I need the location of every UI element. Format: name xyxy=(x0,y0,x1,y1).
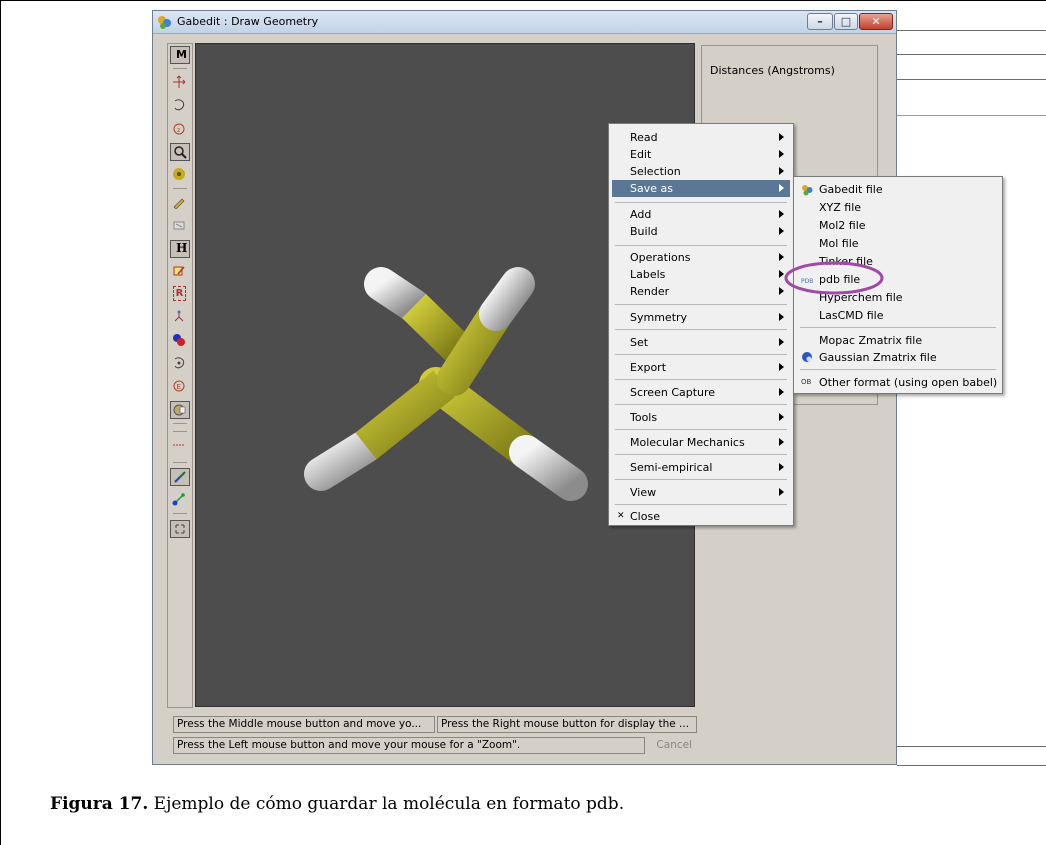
menu-item-add[interactable]: Add xyxy=(612,206,790,223)
bond-lower-left xyxy=(304,370,455,491)
window-titlebar[interactable]: Gabedit : Draw Geometry – □ ✕ xyxy=(153,11,896,34)
atom-ball-icon xyxy=(173,334,185,346)
delete-button[interactable] xyxy=(170,217,190,235)
submenu-gaussian-zmatrix-file[interactable]: Gaussian Zmatrix file xyxy=(797,349,999,366)
edit-atom-button[interactable]: E xyxy=(170,378,190,396)
submenu-mol-file[interactable]: Mol file xyxy=(797,235,999,252)
submenu-mopac-zmatrix-file[interactable]: Mopac Zmatrix file xyxy=(797,332,999,349)
cancel-button[interactable]: Cancel xyxy=(646,737,696,754)
bond-arrow-button[interactable] xyxy=(170,437,190,455)
ball-stick-button[interactable] xyxy=(170,491,190,509)
menu-item-view[interactable]: View xyxy=(612,484,790,501)
context-menu: Read Edit Selection Save as Add Build Op… xyxy=(608,123,794,526)
edit-object-button[interactable] xyxy=(170,263,190,281)
distances-header: Distances (Angstroms) xyxy=(710,64,835,77)
rotate-icon xyxy=(174,99,185,111)
fullscreen-icon xyxy=(175,524,185,534)
render-box-icon: R xyxy=(173,286,186,301)
menu-item-selection[interactable]: Selection xyxy=(612,163,790,180)
svg-text:z: z xyxy=(177,127,180,134)
openbabel-icon: OB xyxy=(801,378,812,386)
menu-item-export[interactable]: Export xyxy=(612,359,790,376)
bond-arrow-icon xyxy=(173,444,185,446)
submenu-gabedit-file[interactable]: Gabedit file xyxy=(797,181,999,198)
menu-item-labels[interactable]: Labels xyxy=(612,266,790,283)
figure-text: Ejemplo de cómo guardar la molécula en f… xyxy=(148,794,625,814)
menu-item-operations[interactable]: Operations xyxy=(612,249,790,266)
rotate-z-icon: z xyxy=(173,123,185,135)
measure-mode-icon: M xyxy=(176,48,187,61)
figure-label: Figura 17. xyxy=(50,794,149,814)
menu-item-set[interactable]: Set xyxy=(612,334,790,351)
status-middle-button: Press the Middle mouse button and move y… xyxy=(173,716,435,733)
scale-ball-button[interactable] xyxy=(170,166,190,184)
add-hydrogen-button[interactable]: H xyxy=(170,240,190,258)
submenu-mol2-file[interactable]: Mol2 file xyxy=(797,217,999,234)
menu-item-read[interactable]: Read xyxy=(612,129,790,146)
atom-ball-button[interactable] xyxy=(170,332,190,350)
submenu-lascmd-file[interactable]: LasCMD file xyxy=(797,307,999,324)
window-title: Gabedit : Draw Geometry xyxy=(177,15,319,28)
insert-fragment-icon xyxy=(173,404,186,416)
gabedit-icon xyxy=(802,185,813,196)
gaussian-icon xyxy=(802,352,812,362)
rotate-fragment-button[interactable] xyxy=(170,355,190,373)
fullscreen-button[interactable] xyxy=(170,520,190,538)
draw-button[interactable] xyxy=(170,194,190,212)
submenu-xyz-file[interactable]: XYZ file xyxy=(797,199,999,216)
gabedit-app-icon xyxy=(158,16,171,29)
rotate-z-button[interactable]: z xyxy=(170,120,190,138)
minimize-button[interactable]: – xyxy=(807,13,833,30)
figure-caption: Figura 17. Ejemplo de cómo guardar la mo… xyxy=(50,794,624,814)
annotation-circle xyxy=(784,261,884,295)
menu-item-semi-empirical[interactable]: Semi-empirical xyxy=(612,459,790,476)
delete-icon xyxy=(173,221,185,230)
fragment-icon xyxy=(174,310,184,322)
rotate-fragment-icon xyxy=(174,357,185,369)
maximize-button[interactable]: □ xyxy=(834,13,858,30)
insert-fragment-button[interactable] xyxy=(170,401,190,419)
fragment-button[interactable] xyxy=(170,309,190,327)
status-left-button: Press the Left mouse button and move you… xyxy=(173,737,645,754)
menu-item-build[interactable]: Build xyxy=(612,223,790,240)
stick-bond-icon xyxy=(174,471,186,483)
translate-button[interactable] xyxy=(170,74,190,92)
ball-stick-icon xyxy=(172,493,185,506)
submenu-other-format[interactable]: OB Other format (using open babel) xyxy=(797,374,999,391)
render-box-button[interactable]: R xyxy=(170,286,190,304)
stick-bond-button[interactable] xyxy=(170,468,190,486)
close-window-button[interactable]: ✕ xyxy=(859,13,893,30)
bond-lower-right xyxy=(419,367,588,501)
geometry-toolbar: M z H R E xyxy=(167,43,193,708)
scale-ball-icon xyxy=(173,168,185,180)
draw-pencil-icon xyxy=(173,198,185,209)
menu-item-molecular-mechanics[interactable]: Molecular Mechanics xyxy=(612,434,790,451)
status-right-button: Press the Right mouse button for display… xyxy=(437,716,697,733)
menu-item-tools[interactable]: Tools xyxy=(612,409,790,426)
edit-atom-icon: E xyxy=(173,380,185,392)
close-icon: ✕ xyxy=(617,511,625,521)
add-hydrogen-icon: H xyxy=(176,241,188,255)
menu-item-symmetry[interactable]: Symmetry xyxy=(612,309,790,326)
menu-item-save-as[interactable]: Save as xyxy=(612,180,790,197)
menu-item-close[interactable]: ✕ Close xyxy=(612,508,790,525)
translate-icon xyxy=(173,75,186,88)
bond-upper-left xyxy=(364,267,470,362)
zoom-icon xyxy=(174,146,187,159)
edit-object-icon xyxy=(173,266,185,276)
measure-mode-button[interactable]: M xyxy=(170,46,190,64)
svg-text:E: E xyxy=(177,383,181,391)
menu-item-edit[interactable]: Edit xyxy=(612,146,790,163)
menu-item-screen-capture[interactable]: Screen Capture xyxy=(612,384,790,401)
zoom-button[interactable] xyxy=(170,143,190,161)
menu-item-render[interactable]: Render xyxy=(612,283,790,300)
rotate-button[interactable] xyxy=(170,97,190,115)
